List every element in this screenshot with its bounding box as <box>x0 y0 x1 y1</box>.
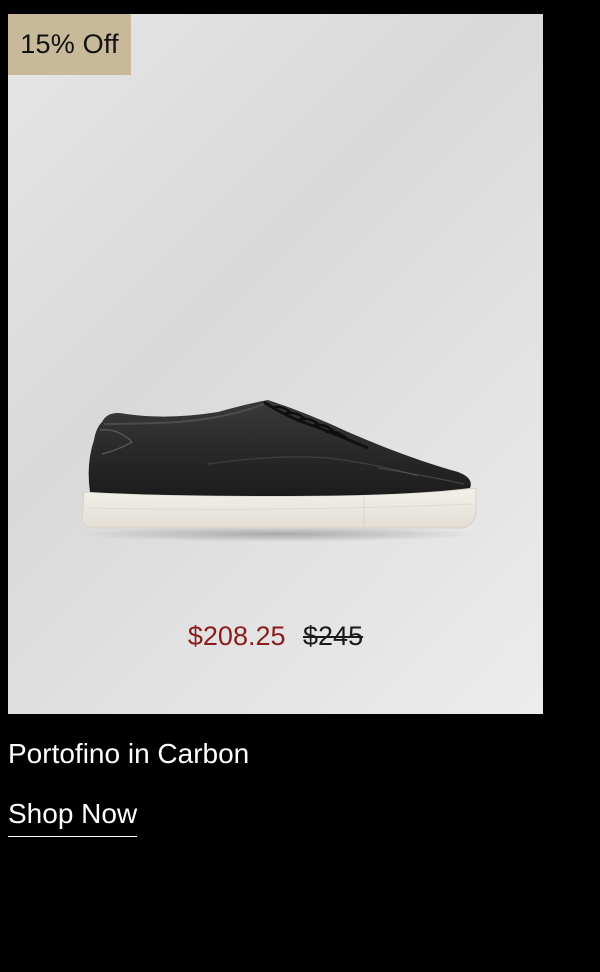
shop-now-link[interactable]: Shop Now <box>8 794 138 837</box>
discount-badge: 15% Off <box>8 14 131 75</box>
product-card[interactable]: 15% Off $208.25 $245 <box>8 14 543 714</box>
product-image[interactable] <box>78 384 478 544</box>
sneaker-icon <box>78 400 478 542</box>
page: 15% Off $208.25 $245 Portofino in Carbon… <box>0 0 600 972</box>
original-price: $245 <box>303 621 364 651</box>
price-row: $208.25 $245 <box>8 618 543 654</box>
product-name[interactable]: Portofino in Carbon <box>8 734 249 774</box>
sale-price: $208.25 <box>187 621 286 651</box>
